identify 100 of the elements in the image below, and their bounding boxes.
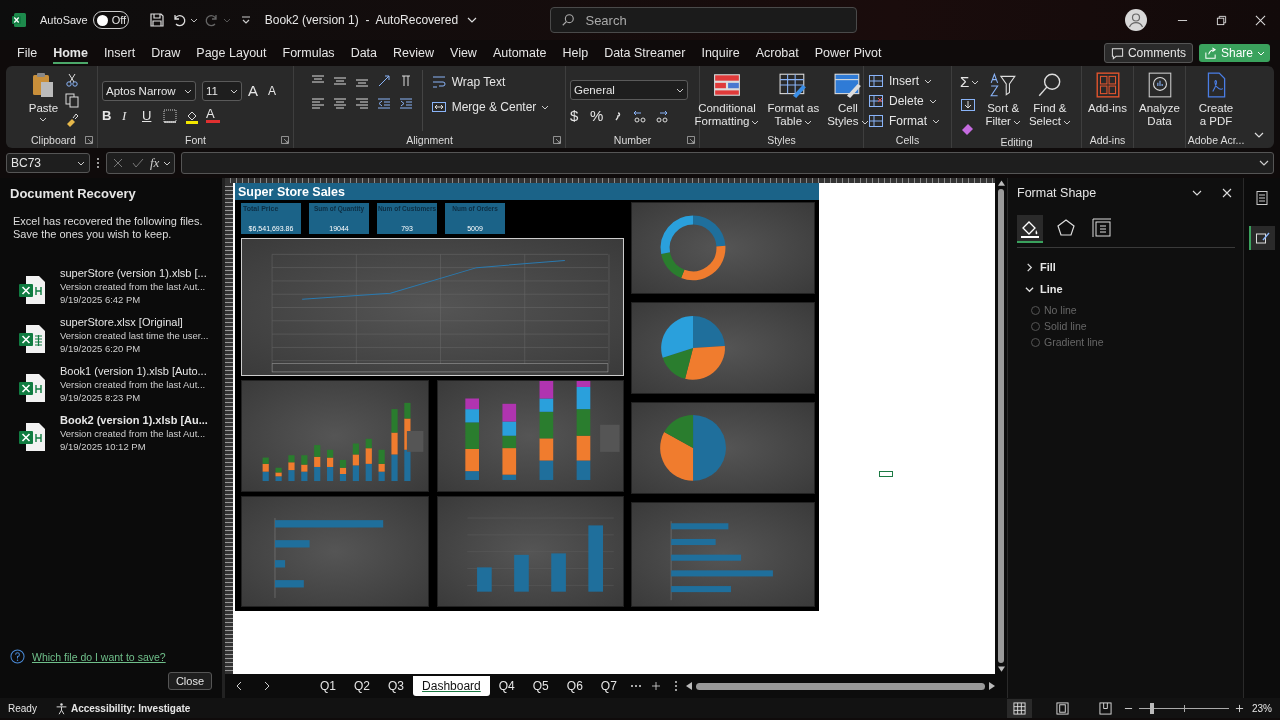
save-icon[interactable] — [148, 12, 165, 28]
section-header[interactable]: Fill — [1017, 256, 1235, 278]
horizontal-align-icon[interactable] — [331, 96, 348, 112]
close-icon[interactable] — [1255, 14, 1266, 26]
borders-icon[interactable] — [162, 107, 178, 124]
insert-function-button[interactable]: fx — [150, 155, 160, 171]
add-ins-button[interactable]: Add-ins — [1086, 70, 1129, 116]
italic-button[interactable]: I — [122, 107, 136, 124]
ribbon-tab[interactable]: File — [9, 43, 46, 63]
user-avatar-icon[interactable] — [1125, 9, 1147, 31]
paste-button[interactable]: Paste — [26, 70, 61, 124]
create-pdf-button[interactable]: Create a PDF — [1196, 70, 1236, 129]
recovered-file-item[interactable]: Book1 (version 1).xlsb [Auto... Version created from the last Aut... 9/19/2025 8:23 PM — [10, 365, 222, 403]
sheet-tab[interactable]: Q3 — [379, 676, 414, 696]
styles-button[interactable]: Format as Table — [765, 70, 822, 129]
fill-down-icon[interactable] — [960, 97, 977, 113]
dialog-launcher-icon[interactable] — [281, 136, 289, 144]
styles-button[interactable]: Conditional Formatting — [692, 70, 762, 129]
decrease-indent-icon[interactable] — [375, 96, 392, 112]
scroll-up-icon[interactable] — [997, 180, 1005, 186]
expand-icon[interactable] — [1259, 158, 1269, 168]
next-sheet-icon[interactable] — [263, 681, 271, 691]
increase-font-size-button[interactable]: A — [248, 82, 262, 99]
name-box[interactable]: BC73 — [6, 153, 90, 173]
ribbon-tab[interactable]: Formulas — [274, 43, 343, 63]
increase-indent-icon[interactable] — [397, 96, 414, 112]
ribbon-tab[interactable]: Inquire — [693, 43, 748, 63]
merge-center-button[interactable]: Merge & Center — [430, 98, 550, 116]
cells-button[interactable]: Delete — [868, 92, 937, 110]
ribbon-tab[interactable]: Automate — [484, 43, 555, 63]
currency-button[interactable]: $ — [570, 107, 584, 124]
sheet-tab[interactable]: Dashboard — [413, 676, 490, 696]
more-options-icon[interactable] — [673, 680, 678, 692]
formula-input[interactable] — [181, 152, 1274, 174]
autosum-button[interactable]: Σ — [960, 73, 980, 90]
dialog-launcher-icon[interactable] — [85, 136, 93, 144]
fill-line-tab-icon[interactable] — [1017, 215, 1043, 243]
zoom-in-icon[interactable] — [1235, 703, 1244, 713]
collapse-ribbon-icon[interactable] — [1254, 130, 1264, 140]
search-field[interactable]: Search — [550, 7, 858, 33]
ribbon-tab[interactable]: Power Pivot — [806, 43, 890, 63]
dialog-launcher-icon[interactable] — [687, 136, 695, 144]
styles-button[interactable]: Cell Styles — [825, 70, 871, 129]
analyze-data-button[interactable]: Analyze Data — [1137, 70, 1182, 129]
wrap-text-button[interactable]: Wrap Text — [430, 73, 550, 91]
sheet-tab[interactable]: Q6 — [557, 676, 592, 696]
cells-button[interactable]: Insert — [868, 72, 932, 90]
scroll-right-icon[interactable] — [989, 682, 995, 690]
find-select-button[interactable]: Find & Select — [1026, 70, 1073, 129]
zoom-slider-thumb[interactable] — [1149, 702, 1154, 714]
horizontal-align-icon[interactable] — [353, 96, 370, 112]
add-sheet-icon[interactable] — [651, 681, 660, 691]
ribbon-tab[interactable]: Page Layout — [188, 43, 275, 63]
cut-icon[interactable] — [64, 72, 81, 88]
horizontal-scrollbar[interactable] — [695, 682, 985, 690]
sheet-tab[interactable]: Q7 — [591, 676, 626, 696]
chevron-down-icon[interactable] — [1192, 188, 1202, 198]
font-color-button[interactable]: A — [206, 108, 220, 123]
scroll-left-icon[interactable] — [685, 682, 692, 690]
restore-icon[interactable] — [1216, 14, 1227, 26]
ribbon-tab[interactable]: Insert — [95, 43, 144, 63]
zoom-level[interactable]: 23% — [1252, 702, 1272, 714]
sheet-tab[interactable]: Q4 — [489, 676, 524, 696]
ribbon-tab[interactable]: Review — [385, 43, 443, 63]
dialog-launcher-icon[interactable] — [553, 136, 561, 144]
comments-button[interactable]: Comments — [1103, 43, 1193, 63]
sheet-tab[interactable]: Q1 — [311, 676, 345, 696]
more-options-icon[interactable] — [96, 157, 100, 169]
percent-button[interactable]: % — [590, 107, 604, 124]
underline-button[interactable]: U — [142, 108, 156, 123]
close-button[interactable]: Close — [167, 672, 212, 690]
sort-filter-button[interactable]: Sort & Filter — [983, 70, 1023, 129]
ribbon-tab[interactable]: Help — [554, 43, 597, 63]
ribbon-tab[interactable]: Home — [45, 43, 96, 63]
ribbon-tab[interactable]: Draw — [143, 43, 189, 63]
previous-sheet-icon[interactable] — [235, 681, 243, 691]
normal-view-icon[interactable] — [1007, 698, 1032, 718]
copy-icon[interactable] — [64, 92, 81, 108]
ribbon-tab[interactable]: Data Streamer — [596, 43, 694, 63]
recovered-file-item[interactable]: superStore.xlsx [Original] Version created last time the user... 9/19/2025 6:20 PM — [10, 316, 222, 354]
help-link[interactable]: Which file do I want to save? — [32, 650, 166, 663]
recovered-file-item[interactable]: Book2 (version 1).xlsb [Au... Version created from the last Aut... 9/19/2025 10:12 PM — [10, 414, 222, 452]
sheet-tab[interactable]: Q5 — [523, 676, 558, 696]
format-shape-icon[interactable] — [1249, 226, 1275, 250]
vertical-scrollbar[interactable] — [998, 189, 1004, 663]
caret-icon[interactable] — [189, 16, 198, 24]
redo-icon[interactable] — [203, 12, 220, 28]
sheet-tab[interactable]: Q2 — [345, 676, 380, 696]
font-size-dropdown[interactable]: 11 — [202, 80, 242, 101]
ribbon-tab[interactable]: Data — [342, 43, 386, 63]
cells-button[interactable]: Format — [868, 112, 940, 130]
ribbon-tab[interactable]: Acrobat — [747, 43, 807, 63]
document-title[interactable]: Book2 (version 1) - AutoRecovered — [264, 13, 478, 27]
scroll-down-icon[interactable] — [997, 666, 1005, 672]
font-name-dropdown[interactable]: Aptos Narrow — [102, 80, 196, 101]
accessibility-button[interactable]: Accessibility: Investigate — [54, 701, 191, 715]
close-icon[interactable] — [1222, 188, 1232, 198]
more-sheets-icon[interactable] — [629, 684, 642, 688]
horizontal-align-icon[interactable] — [309, 96, 326, 112]
customize-toolbar-icon[interactable] — [240, 15, 251, 25]
